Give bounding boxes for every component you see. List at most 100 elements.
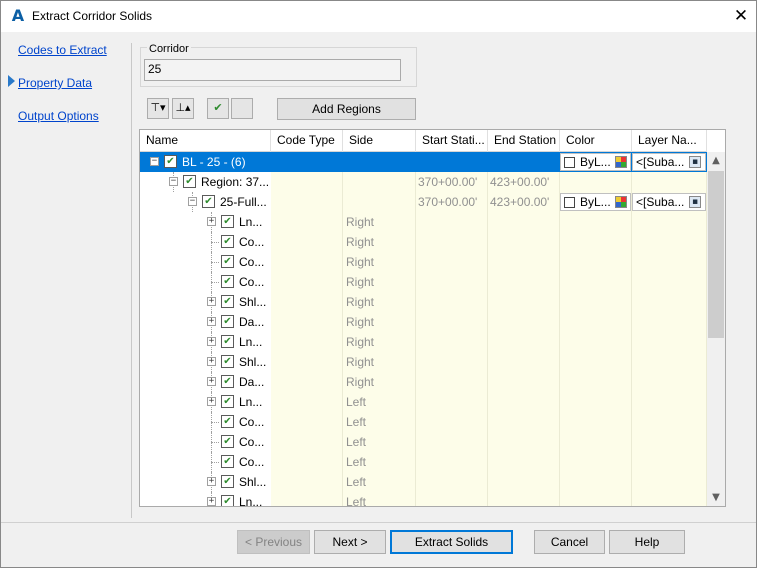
close-button[interactable]: ✕ (728, 5, 754, 27)
include-checkbox[interactable]: ✔ (221, 275, 234, 288)
row-side: Left (346, 395, 367, 409)
include-checkbox[interactable]: ✔ (221, 375, 234, 388)
color-palette-icon[interactable] (615, 156, 627, 168)
table-row[interactable]: − ✔ 25-Full... 370+00.00' 423+00.00' ByL... <[… (140, 192, 707, 212)
tree-expander-icon[interactable]: + (207, 397, 216, 406)
row-code-type (277, 232, 343, 252)
row-start-station (418, 312, 486, 332)
table-row[interactable]: + ✔ Ln... Right (140, 212, 707, 232)
next-button[interactable]: Next > (314, 530, 386, 554)
table-row[interactable]: ✔ Co... Right (140, 232, 707, 252)
include-checkbox[interactable]: ✔ (221, 495, 234, 506)
include-checkbox[interactable]: ✔ (221, 475, 234, 488)
table-row[interactable]: ✔ Co... Right (140, 272, 707, 292)
table-row[interactable]: + ✔ Ln... Left (140, 392, 707, 412)
table-row[interactable]: + ✔ Da... Right (140, 372, 707, 392)
include-checkbox[interactable]: ✔ (221, 215, 234, 228)
scroll-down-icon[interactable]: ▼ (707, 489, 725, 506)
row-name: Co... (239, 255, 265, 269)
grid-header: Name Code Type Side Start Stati... End S… (140, 130, 707, 152)
col-header-end-station[interactable]: End Station (488, 130, 560, 152)
layer-browse-icon[interactable]: ▪ (689, 196, 701, 208)
layer-browse-icon[interactable]: ▪ (689, 156, 701, 168)
tree-expander-icon[interactable]: + (207, 377, 216, 386)
table-row[interactable]: ✔ Co... Right (140, 252, 707, 272)
row-code-type (277, 432, 343, 452)
color-palette-icon[interactable] (615, 196, 627, 208)
tree-expander-icon[interactable]: + (207, 477, 216, 486)
row-end-station (490, 212, 558, 232)
col-header-layer-name[interactable]: Layer Na... (632, 130, 707, 152)
row-name: Ln... (239, 395, 263, 409)
layer-value: <[Suba... (636, 195, 685, 209)
include-checkbox[interactable]: ✔ (221, 255, 234, 268)
previous-button[interactable]: < Previous (237, 530, 310, 554)
collapse-all-button[interactable]: ⊥▴ (172, 98, 194, 119)
col-header-code-type[interactable]: Code Type (271, 130, 343, 152)
row-side: Right (346, 375, 375, 389)
table-row[interactable]: + ✔ Shl... Right (140, 352, 707, 372)
tree-expander-icon[interactable]: − (150, 157, 159, 166)
color-picker[interactable]: ByL... (560, 153, 631, 171)
help-button[interactable]: Help (609, 530, 685, 554)
table-row[interactable]: + ✔ Shl... Left (140, 472, 707, 492)
include-checkbox[interactable]: ✔ (221, 235, 234, 248)
nav-codes-to-extract[interactable]: Codes to Extract (18, 43, 107, 57)
include-checkbox[interactable]: ✔ (221, 335, 234, 348)
cancel-button[interactable]: Cancel (534, 530, 605, 554)
row-side: Left (346, 415, 367, 429)
table-row[interactable]: ✔ Co... Left (140, 452, 707, 472)
include-checkbox[interactable]: ✔ (221, 395, 234, 408)
check-all-button[interactable]: ✔ (207, 98, 229, 119)
row-name: Co... (239, 415, 265, 429)
include-checkbox[interactable]: ✔ (221, 455, 234, 468)
include-checkbox[interactable]: ✔ (221, 355, 234, 368)
extract-solids-button[interactable]: Extract Solids (390, 530, 513, 554)
include-checkbox[interactable]: ✔ (202, 195, 215, 208)
tree-expander-icon[interactable]: − (188, 197, 197, 206)
table-row[interactable]: − ✔ Region: 37... 370+00.00' 423+00.00' (140, 172, 707, 192)
table-row[interactable]: + ✔ Da... Right (140, 312, 707, 332)
tree-expander-icon[interactable]: + (207, 297, 216, 306)
include-checkbox[interactable]: ✔ (221, 435, 234, 448)
table-row[interactable]: ✔ Co... Left (140, 432, 707, 452)
add-regions-button[interactable]: Add Regions (277, 98, 416, 120)
nav-property-data[interactable]: Property Data (18, 76, 92, 90)
row-name: Co... (239, 275, 265, 289)
col-header-color[interactable]: Color (560, 130, 632, 152)
nav-output-options[interactable]: Output Options (18, 109, 99, 123)
col-header-name[interactable]: Name (140, 130, 271, 152)
tree-expander-icon[interactable]: − (169, 177, 178, 186)
scroll-thumb[interactable] (708, 171, 724, 338)
expand-all-button[interactable]: ⊤▾ (147, 98, 169, 119)
row-code-type (277, 492, 343, 506)
row-code-type (277, 312, 343, 332)
tree-branch-line (211, 262, 219, 263)
extract-corridor-solids-dialog: A Extract Corridor Solids ✕ Codes to Ext… (0, 0, 757, 568)
grid-vertical-scrollbar[interactable]: ▲ ▼ (707, 152, 725, 506)
tree-expander-icon[interactable]: + (207, 217, 216, 226)
tree-expander-icon[interactable]: + (207, 497, 216, 506)
include-checkbox[interactable]: ✔ (221, 315, 234, 328)
scroll-up-icon[interactable]: ▲ (707, 152, 725, 169)
include-checkbox[interactable]: ✔ (221, 295, 234, 308)
table-row[interactable]: ✔ Co... Left (140, 412, 707, 432)
uncheck-all-button[interactable] (231, 98, 253, 119)
color-picker[interactable]: ByL... (560, 193, 631, 211)
layer-picker[interactable]: <[Suba... ▪ (632, 193, 706, 211)
table-row[interactable]: − ✔ BL - 25 - (6) ByL... <[Suba... ▪ (140, 152, 707, 172)
include-checkbox[interactable]: ✔ (221, 415, 234, 428)
tree-expander-icon[interactable]: + (207, 357, 216, 366)
include-checkbox[interactable]: ✔ (183, 175, 196, 188)
tree-expander-icon[interactable]: + (207, 317, 216, 326)
row-end-station (490, 272, 558, 292)
color-swatch (564, 197, 575, 208)
table-row[interactable]: + ✔ Shl... Right (140, 292, 707, 312)
col-header-start-station[interactable]: Start Stati... (416, 130, 488, 152)
include-checkbox[interactable]: ✔ (164, 155, 177, 168)
table-row[interactable]: + ✔ Ln... Right (140, 332, 707, 352)
col-header-side[interactable]: Side (343, 130, 416, 152)
table-row[interactable]: + ✔ Ln... Left (140, 492, 707, 506)
layer-picker[interactable]: <[Suba... ▪ (632, 153, 706, 171)
tree-expander-icon[interactable]: + (207, 337, 216, 346)
